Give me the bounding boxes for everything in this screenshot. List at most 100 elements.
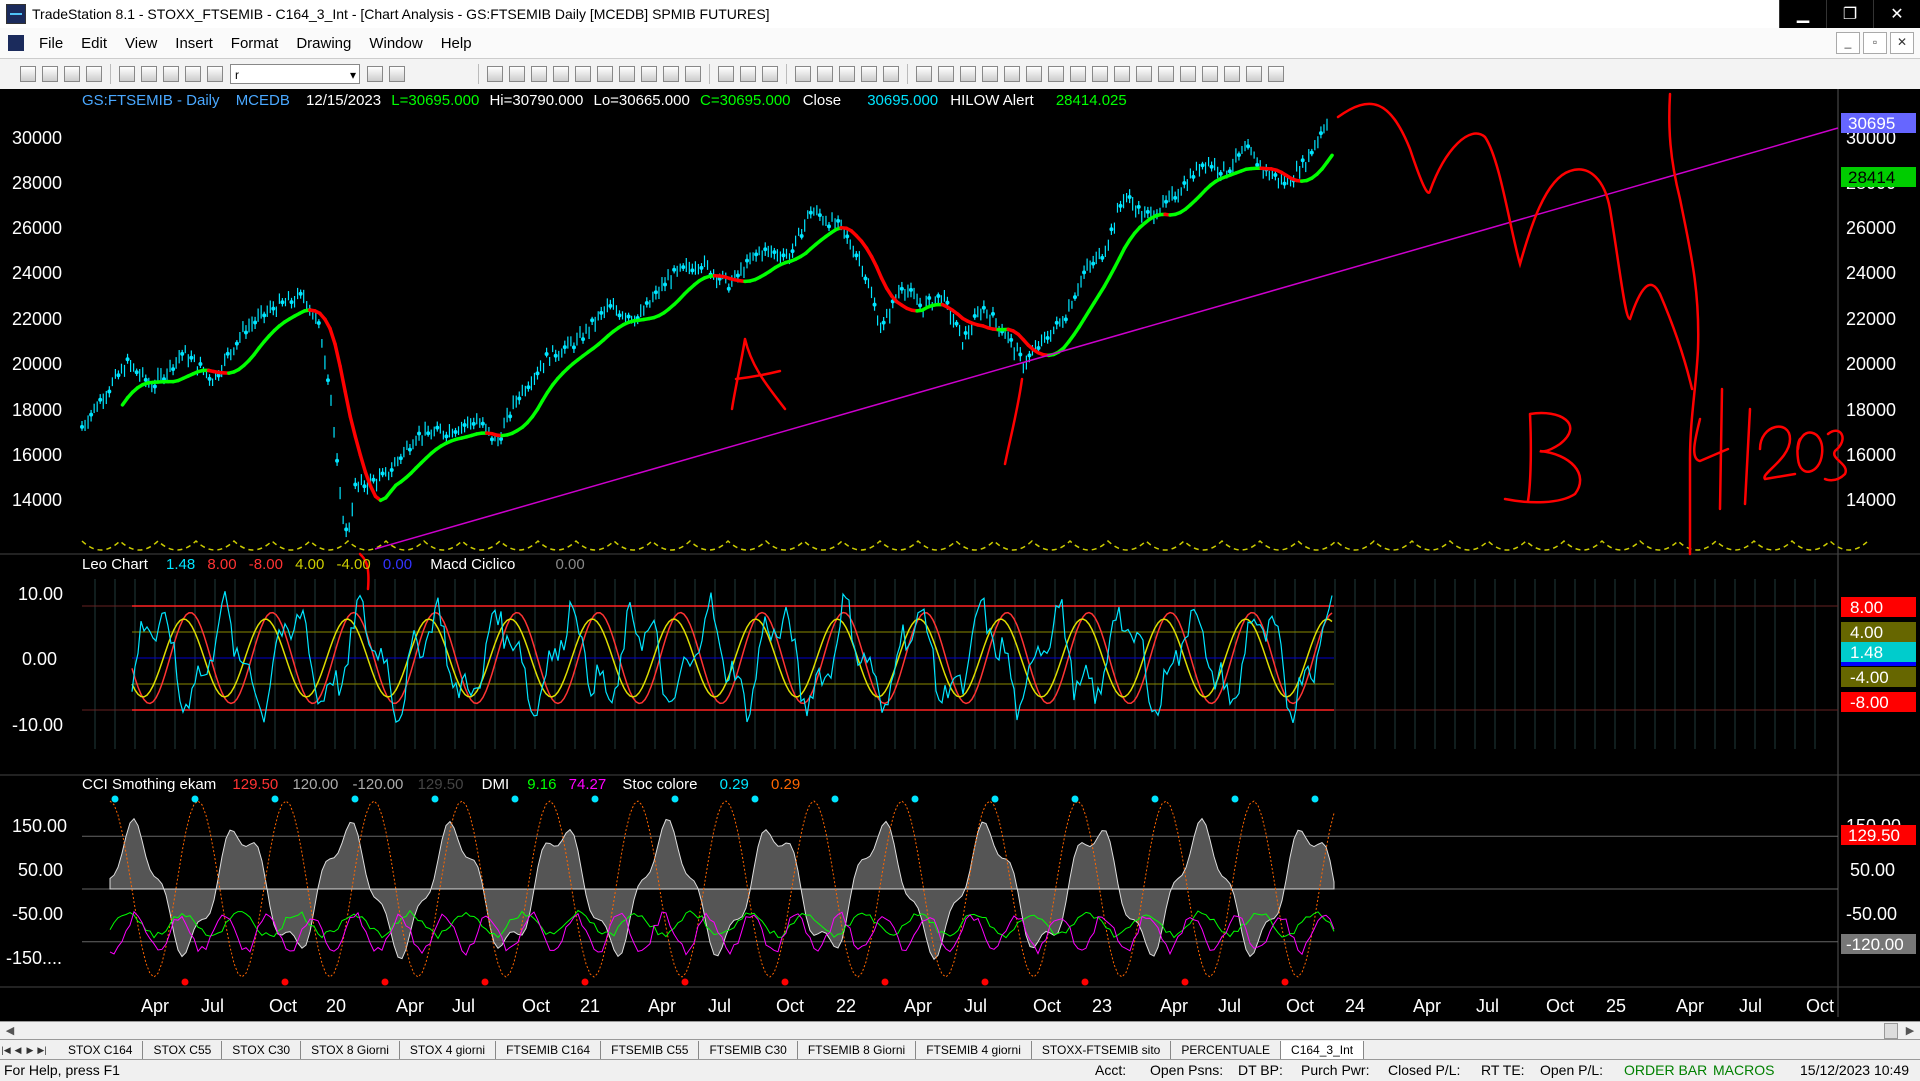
notes-icon[interactable] [883,66,899,82]
tab-stox-c30[interactable]: STOX C30 [222,1041,301,1059]
tab-ftsemib-c55[interactable]: FTSEMIB C55 [601,1041,699,1059]
tab-next-icon[interactable]: ▶ [24,1043,36,1057]
time-axis-label: Jul [964,996,987,1016]
svg-text:-8.00: -8.00 [1850,693,1889,712]
order-bar-button[interactable]: ORDER BAR [1624,1062,1707,1078]
symbol-combo[interactable]: r [230,64,360,84]
tab-ftsemib-c30[interactable]: FTSEMIB C30 [699,1041,797,1059]
channel-icon[interactable] [960,66,976,82]
matrix-icon[interactable] [619,66,635,82]
time-axis-label: 20 [326,996,346,1016]
copy-icon[interactable] [163,66,179,82]
tab-ftsemib-8-giorni[interactable]: FTSEMIB 8 Giorni [798,1041,916,1059]
menu-bar: File Edit View Insert Format Drawing Win… [0,28,1920,59]
list-icon[interactable] [509,66,525,82]
paste-icon[interactable] [185,66,201,82]
menu-file[interactable]: File [39,35,63,52]
format-icon[interactable] [86,66,102,82]
scanner-icon[interactable] [597,66,613,82]
time-axis-label: Jul [452,996,475,1016]
tab-stox-8-giorni[interactable]: STOX 8 Giorni [301,1041,400,1059]
tab-ftsemib-4-giorni[interactable]: FTSEMIB 4 giorni [916,1041,1032,1059]
menu-view[interactable]: View [125,35,157,52]
freehand-icon[interactable] [1158,66,1174,82]
ellipse-icon[interactable] [1224,66,1240,82]
fib-icon[interactable] [1004,66,1020,82]
grid-icon[interactable] [531,66,547,82]
tab-stox-c55[interactable]: STOX C55 [143,1041,222,1059]
go-arrow-icon[interactable] [367,66,383,82]
new-icon[interactable] [20,66,36,82]
zoom-out-icon[interactable] [762,66,778,82]
open-icon[interactable] [42,66,58,82]
zoom-in-icon[interactable] [740,66,756,82]
strategy-icon[interactable] [861,66,877,82]
tab-stox-c164[interactable]: STOX C164 [58,1041,143,1059]
svg-text:14000: 14000 [12,490,62,510]
tab-stox-4-giorni[interactable]: STOX 4 giorni [400,1041,496,1059]
bar-chart-icon[interactable] [663,66,679,82]
tab-first-icon[interactable]: |◀ [0,1043,12,1057]
pitchfork-icon[interactable] [1114,66,1130,82]
news-icon[interactable] [685,66,701,82]
menu-window[interactable]: Window [369,35,422,52]
rectangle-icon[interactable] [1246,66,1262,82]
arrow-icon[interactable] [1070,66,1086,82]
menu-edit[interactable]: Edit [81,35,107,52]
insert-indicator-icon[interactable] [817,66,833,82]
text-icon[interactable] [1268,66,1284,82]
window-icon[interactable] [487,66,503,82]
chart-type-icon[interactable] [575,66,591,82]
tools-icon[interactable] [839,66,855,82]
tab-c164-3-int[interactable]: C164_3_Int [1281,1041,1364,1059]
time-axis-label: Oct [776,996,804,1016]
tab-stoxx-ftsemib-sito[interactable]: STOXX-FTSEMIB sito [1032,1041,1171,1059]
radar-icon[interactable] [641,66,657,82]
speed-line-icon[interactable] [982,66,998,82]
scroll-thumb[interactable] [1884,1023,1898,1039]
tab-last-icon[interactable]: ▶| [36,1043,48,1057]
scroll-right-arrow-icon[interactable]: ▶ [1902,1022,1918,1040]
cut-icon[interactable] [141,66,157,82]
crosshair-icon[interactable] [718,66,734,82]
menu-drawing[interactable]: Drawing [296,35,351,52]
status-dt-bp: DT BP: [1238,1062,1283,1078]
down-arrow-icon[interactable] [1180,66,1196,82]
trendline-icon[interactable] [916,66,932,82]
price-chart-svg[interactable]: GS:FTSEMIB - Daily MCEDB 12/15/2023 L=30… [0,89,1920,1021]
scroll-left-arrow-icon[interactable]: ◀ [2,1022,18,1040]
print-icon[interactable] [119,66,135,82]
menu-format[interactable]: Format [231,35,279,52]
macros-button[interactable]: MACROS [1713,1062,1774,1078]
menu-help[interactable]: Help [441,35,472,52]
chart-analysis-window[interactable]: GS:FTSEMIB - Daily MCEDB 12/15/2023 L=30… [0,89,1920,1021]
hline-icon[interactable] [938,66,954,82]
pointer-icon[interactable] [795,66,811,82]
gann-icon[interactable] [1026,66,1042,82]
svg-text:0.00: 0.00 [22,649,57,669]
mdi-restore-button[interactable]: ▫ [1863,32,1887,54]
time-axis-label: Jul [1218,996,1241,1016]
up-arrow-icon[interactable] [1202,66,1218,82]
binoculars-icon[interactable] [389,66,405,82]
minimize-button[interactable]: ▁ [1779,0,1826,28]
chart-system-menu-icon[interactable] [8,35,24,51]
andrews-icon[interactable] [1048,66,1064,82]
menu-insert[interactable]: Insert [175,35,213,52]
save-icon[interactable] [64,66,80,82]
status-closed-pl: Closed P/L: [1388,1062,1460,1078]
chain-icon[interactable] [553,66,569,82]
tab-prev-icon[interactable]: ◀ [12,1043,24,1057]
arc-icon[interactable] [1136,66,1152,82]
window-title: TradeStation 8.1 - STOXX_FTSEMIB - C164_… [32,6,770,22]
maximize-button[interactable]: ❐ [1826,0,1873,28]
tab-percentuale[interactable]: PERCENTUALE [1171,1041,1281,1059]
svg-text:-50.00: -50.00 [1846,904,1897,924]
mdi-close-button[interactable]: ✕ [1890,32,1914,54]
measure-icon[interactable] [1092,66,1108,82]
horizontal-scrollbar[interactable]: ◀ ▶ [0,1021,1920,1040]
mdi-minimize-button[interactable]: _ [1836,32,1860,54]
tab-ftsemib-c164[interactable]: FTSEMIB C164 [496,1041,601,1059]
refresh-icon[interactable] [207,66,223,82]
close-button[interactable]: ✕ [1873,0,1920,28]
